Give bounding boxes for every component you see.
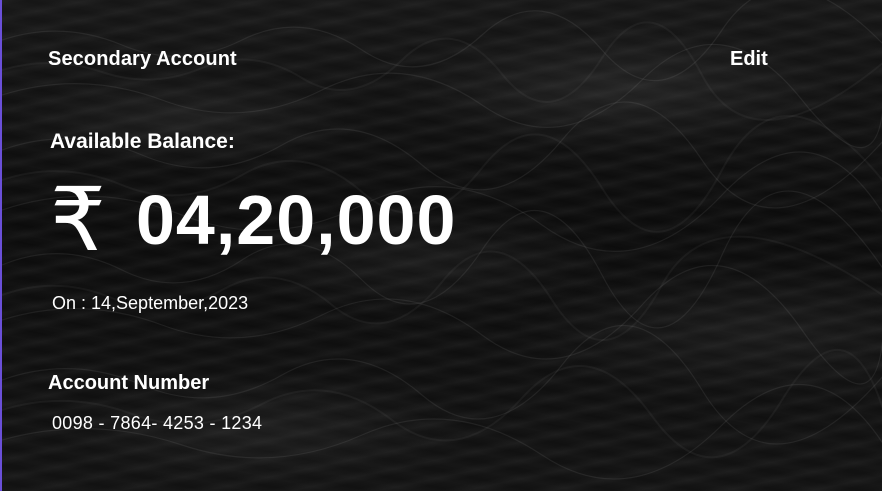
rupee-icon: ₹: [50, 168, 106, 271]
account-card: Secondary Account Edit Available Balance…: [0, 0, 882, 491]
account-number-value: 0098 - 7864- 4253 - 1234: [52, 413, 263, 433]
available-balance-label: Available Balance:: [50, 130, 235, 153]
account-number-label: Account Number: [48, 372, 210, 394]
balance-row: ₹ 04,20,000: [50, 176, 456, 264]
balance-date: On : 14,September,2023: [52, 293, 249, 313]
edit-button[interactable]: Edit: [730, 48, 768, 71]
account-title: Secondary Account: [48, 48, 237, 70]
balance-amount: 04,20,000: [136, 181, 457, 259]
